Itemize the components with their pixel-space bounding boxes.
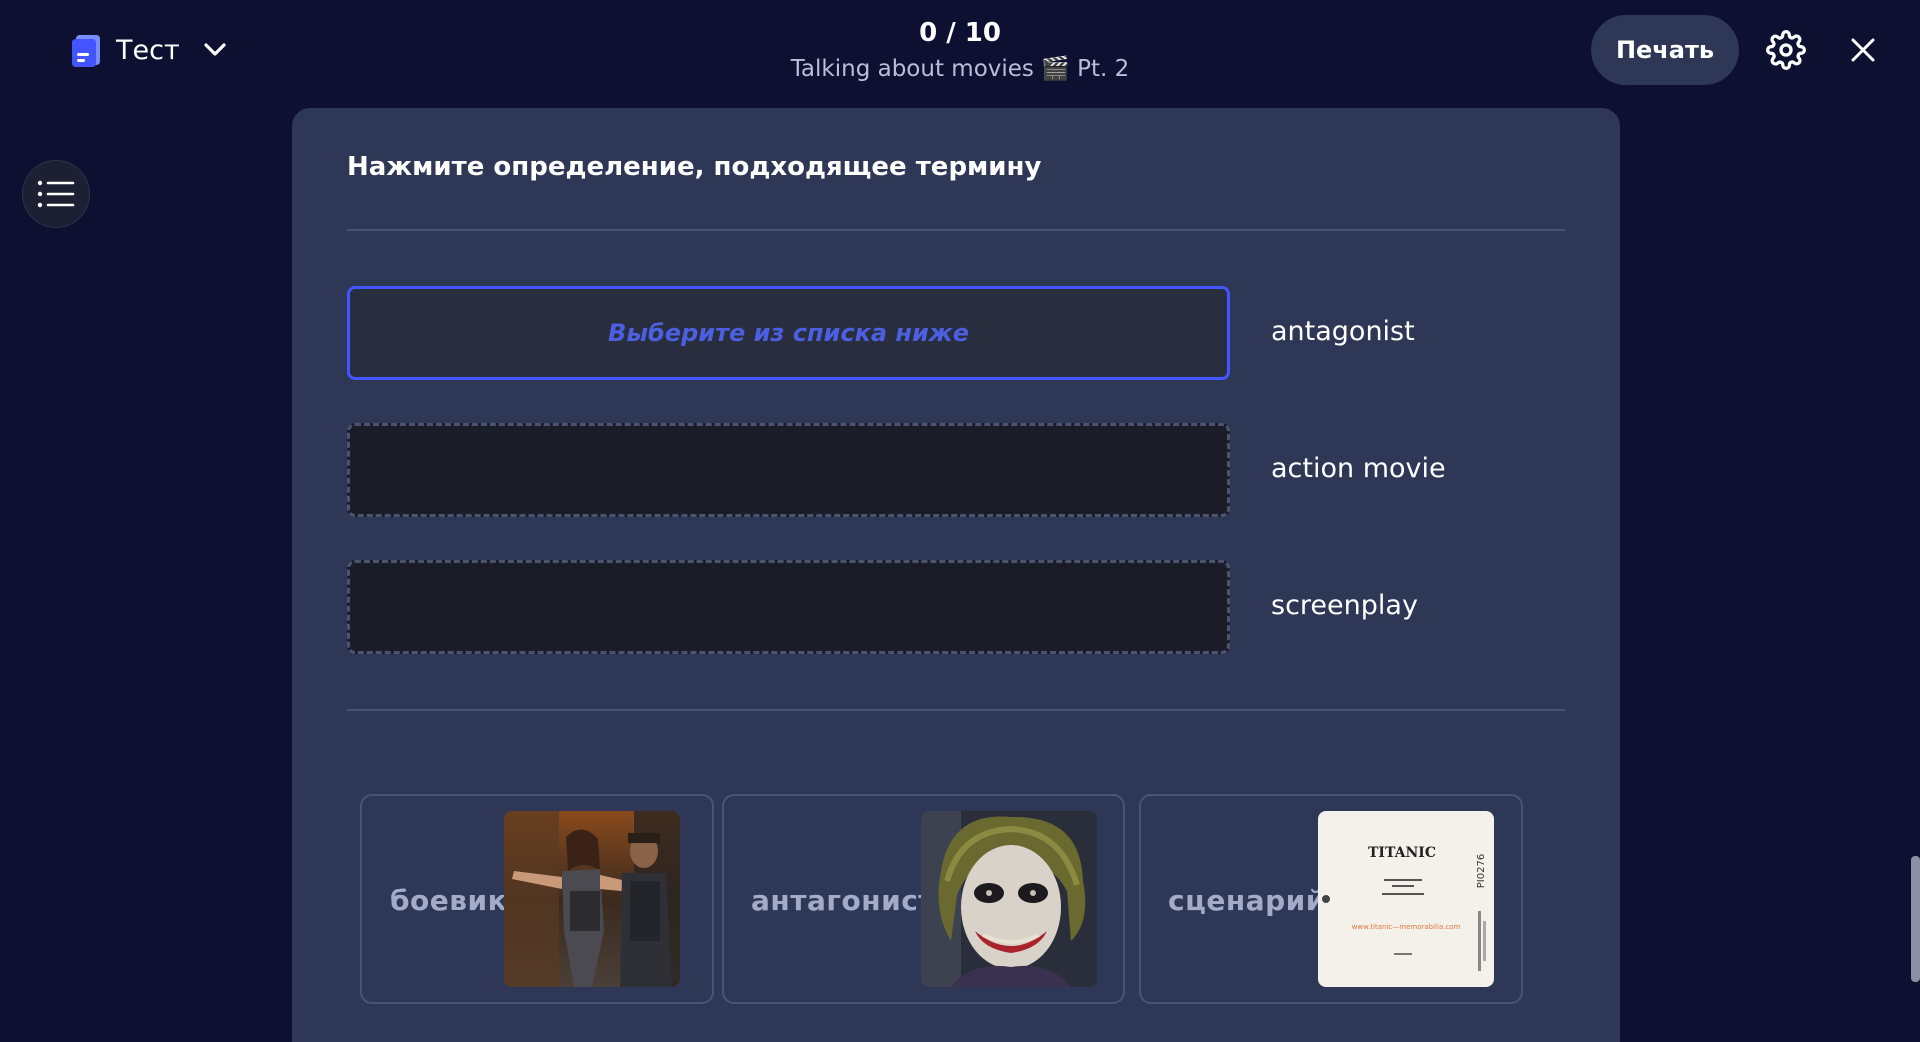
top-bar: Тест 0 / 10 Talking about movies 🎬 Pt. 2… [0, 0, 1920, 104]
divider-top [347, 229, 1565, 231]
gear-icon [1766, 30, 1806, 70]
screenplay-cover-title: TITANIC [1368, 845, 1436, 861]
chevron-down-icon [204, 43, 226, 56]
progress-block: 0 / 10 Talking about movies 🎬 Pt. 2 [760, 16, 1160, 86]
option-label: сценарий [1168, 884, 1326, 917]
option-card-2[interactable]: антагонист [722, 794, 1125, 1004]
question-prompt: Нажмите определение, подходящее термину [347, 152, 1042, 182]
answer-slot-1[interactable]: Выберите из списка ниже [347, 286, 1230, 380]
settings-button[interactable] [1764, 28, 1808, 72]
titanic-screenplay-image: TITANIC www.titanic—memorabilia.com PI02… [1318, 811, 1494, 987]
option-label: боевик [390, 884, 508, 917]
term-1: antagonist [1271, 316, 1415, 347]
list-icon [37, 180, 75, 208]
close-icon [1851, 38, 1875, 62]
study-set-icon [72, 35, 100, 67]
print-button[interactable]: Печать [1591, 15, 1739, 85]
mode-label: Тест [116, 34, 180, 66]
question-list-button[interactable] [22, 160, 90, 228]
progress-count: 0 / 10 [919, 18, 1001, 48]
term-3: screenplay [1271, 590, 1418, 621]
answer-slot-3[interactable] [347, 560, 1230, 654]
mode-switcher[interactable]: Тест [70, 28, 230, 72]
answer-slot-2[interactable] [347, 423, 1230, 517]
scrollbar-thumb[interactable] [1911, 856, 1920, 982]
question-card: Нажмите определение, подходящее термину … [292, 108, 1620, 1042]
term-2: action movie [1271, 453, 1446, 484]
divider-bottom [347, 709, 1565, 711]
close-button[interactable] [1843, 30, 1883, 70]
slot-hint: Выберите из списка ниже [608, 319, 969, 347]
screenplay-cover-url: www.titanic—memorabilia.com [1352, 923, 1461, 931]
option-card-3[interactable]: сценарий TITANIC www.titanic—memorabilia… [1139, 794, 1523, 1004]
option-card-1[interactable]: боевик [360, 794, 714, 1004]
option-label: антагонист [751, 884, 936, 917]
set-title: Talking about movies 🎬 Pt. 2 [790, 56, 1130, 82]
screenplay-cover-code: PI0276 [1476, 854, 1487, 888]
joker-image [921, 811, 1097, 987]
action-movie-image [504, 811, 680, 987]
